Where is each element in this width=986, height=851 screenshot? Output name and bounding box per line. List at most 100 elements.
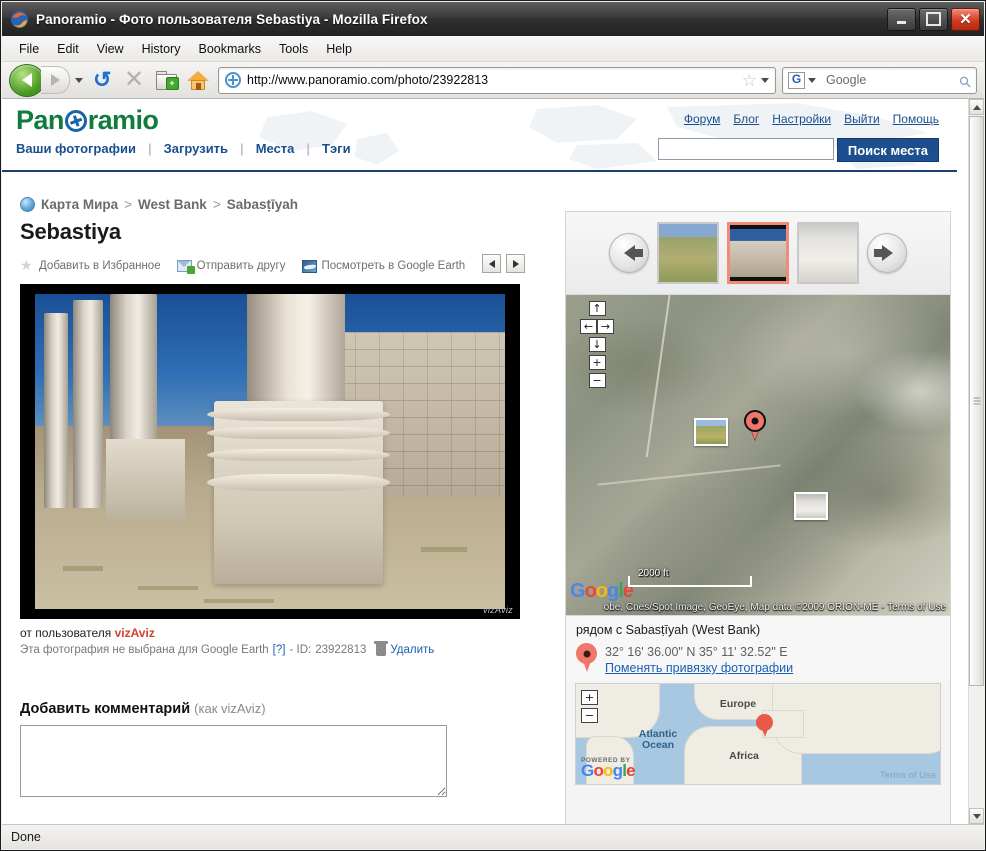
minimap-zoom-in-button[interactable]: + (581, 690, 598, 706)
stop-button[interactable]: ✕ (119, 65, 149, 95)
thumbnails-next-button[interactable] (867, 233, 907, 273)
map-zoom-in-button[interactable]: + (588, 355, 606, 370)
page-scrollbar[interactable] (968, 99, 984, 824)
scrollbar-grip-icon (973, 397, 980, 405)
change-photo-position-link[interactable]: Поменять привязку фотографии (605, 661, 793, 675)
minimap-label-europe: Europe (719, 698, 757, 711)
search-bar[interactable]: G Google ⚲ (782, 66, 980, 94)
close-button[interactable]: ✕ (951, 7, 980, 31)
menu-help[interactable]: Help (317, 39, 361, 59)
thumbnail-1[interactable] (657, 222, 719, 284)
location-block: рядом с Sabasṭīyah (West Bank) 32° 16' 3… (566, 616, 950, 682)
maximize-button[interactable] (919, 7, 948, 31)
new-folder-button[interactable]: + (151, 65, 181, 95)
reload-button[interactable]: ↻ (87, 65, 117, 95)
next-photo-button[interactable] (506, 254, 525, 273)
history-dropdown-button[interactable] (72, 77, 85, 83)
thumbnails-previous-button[interactable] (609, 233, 649, 273)
link-help[interactable]: Помощь (893, 112, 939, 126)
map-pan-right-button[interactable]: → (597, 319, 614, 334)
address-bar[interactable]: http://www.panoramio.com/photo/23922813 … (218, 66, 776, 94)
action-add-favorite[interactable]: ★ Добавить в Избранное (20, 257, 161, 273)
byline-prefix: от пользователя (20, 626, 112, 640)
main-photo[interactable]: vizAviz (20, 284, 520, 619)
map-pan-left-button[interactable]: ← (580, 319, 597, 334)
search-icon[interactable]: ⚲ (955, 68, 980, 93)
minimize-button[interactable] (887, 7, 916, 31)
menu-history[interactable]: History (133, 39, 190, 59)
star-icon: ★ (20, 257, 33, 273)
thumbnail-3[interactable] (797, 222, 859, 284)
url-text: http://www.panoramio.com/photo/23922813 (247, 73, 489, 87)
link-forum[interactable]: Форум (684, 112, 720, 126)
link-signout[interactable]: Выйти (844, 112, 880, 126)
chevron-down-icon (972, 813, 981, 819)
minimap-label-africa: Africa (729, 750, 759, 763)
action-send-to-friend[interactable]: Отправить другу (176, 260, 286, 274)
action-add-favorite-label: Добавить в Избранное (39, 260, 161, 272)
comment-heading: Добавить комментарий (как vizAviz) (20, 701, 525, 717)
menu-tools[interactable]: Tools (270, 39, 317, 59)
meta-help-link[interactable]: [?] (273, 644, 286, 656)
nav-upload[interactable]: Загрузить (152, 141, 240, 156)
link-settings[interactable]: Настройки (772, 112, 831, 126)
minimize-icon (897, 21, 906, 24)
menu-edit[interactable]: Edit (48, 39, 88, 59)
breadcrumb-separator: > (212, 197, 221, 212)
map-attribution: obe, Cnes/Spot Image, GeoEye, Map data ©… (603, 602, 946, 613)
map-photo-thumbnail[interactable] (694, 418, 728, 446)
home-button[interactable] (183, 65, 213, 95)
action-ge-label: Посмотреть в Google Earth (321, 260, 466, 272)
minimap-terms-link[interactable]: Terms of Use (880, 770, 936, 781)
breadcrumb-west-bank[interactable]: West Bank (138, 197, 207, 212)
search-input[interactable]: Google (822, 73, 959, 87)
comment-textarea[interactable] (20, 725, 447, 797)
map-zoom-out-button[interactable]: − (588, 373, 606, 388)
scrollbar-thumb[interactable] (969, 116, 984, 686)
satellite-map[interactable]: ↑ ← → ↓ + − Google 2000 ft obe, Cnes/Spo… (566, 294, 950, 616)
place-search-button[interactable]: Поиск места (836, 138, 939, 162)
nav-tags[interactable]: Тэги (310, 141, 363, 156)
map-location-marker[interactable] (744, 410, 766, 440)
menu-view[interactable]: View (88, 39, 133, 59)
nav-places[interactable]: Места (244, 141, 307, 156)
menu-file[interactable]: File (10, 39, 48, 59)
thumbnail-2-selected[interactable] (727, 222, 789, 284)
breadcrumb-world-map[interactable]: Карта Мира (41, 197, 118, 212)
photo-meta: Эта фотография не выбрана для Google Ear… (20, 641, 525, 656)
map-scale-bar (628, 576, 752, 587)
world-mini-map[interactable]: + − Europe Africa Atlantic Ocean POWERED… (575, 683, 941, 786)
place-search-input[interactable] (657, 138, 834, 160)
engine-dropdown-button[interactable] (808, 77, 822, 83)
photo-author-link[interactable]: vizAviz (115, 626, 155, 640)
arrow-right-icon (873, 245, 893, 261)
scroll-down-button[interactable] (969, 808, 984, 824)
menu-bookmarks[interactable]: Bookmarks (189, 39, 270, 59)
map-photo-thumbnail[interactable] (794, 492, 828, 520)
breadcrumb-sabastiyah[interactable]: Sabasṭīyah (227, 197, 298, 212)
minimap-zoom-out-button[interactable]: − (581, 708, 598, 724)
previous-photo-button[interactable] (482, 254, 501, 273)
link-blog[interactable]: Блог (733, 112, 759, 126)
window-controls: ✕ (887, 7, 980, 31)
map-pan-down-button[interactable]: ↓ (588, 337, 606, 352)
browser-window: Panoramio - Фото пользователя Sebastiya … (0, 0, 986, 851)
page-info-icon (225, 72, 241, 88)
forward-button[interactable] (41, 66, 70, 94)
map-pan-up-button[interactable]: ↑ (588, 301, 606, 316)
bookmark-star-icon[interactable]: ☆ (738, 72, 761, 89)
scroll-up-button[interactable] (969, 99, 984, 115)
url-dropdown-button[interactable] (761, 77, 775, 83)
delete-photo-link[interactable]: Удалить (390, 644, 434, 656)
action-view-google-earth[interactable]: Посмотреть в Google Earth (301, 259, 466, 273)
back-button[interactable] (9, 63, 45, 97)
minimap-location-marker (756, 714, 773, 738)
minimap-zoom-controls: + − (581, 690, 598, 724)
firefox-logo-icon (10, 10, 29, 29)
status-text: Done (11, 830, 41, 844)
nav-your-photos[interactable]: Ваши фотографии (16, 141, 148, 156)
panoramio-logo[interactable]: Pan ramio (16, 105, 159, 136)
google-earth-icon (301, 259, 317, 273)
trash-icon[interactable] (374, 641, 389, 656)
google-engine-icon[interactable]: G (788, 71, 805, 89)
